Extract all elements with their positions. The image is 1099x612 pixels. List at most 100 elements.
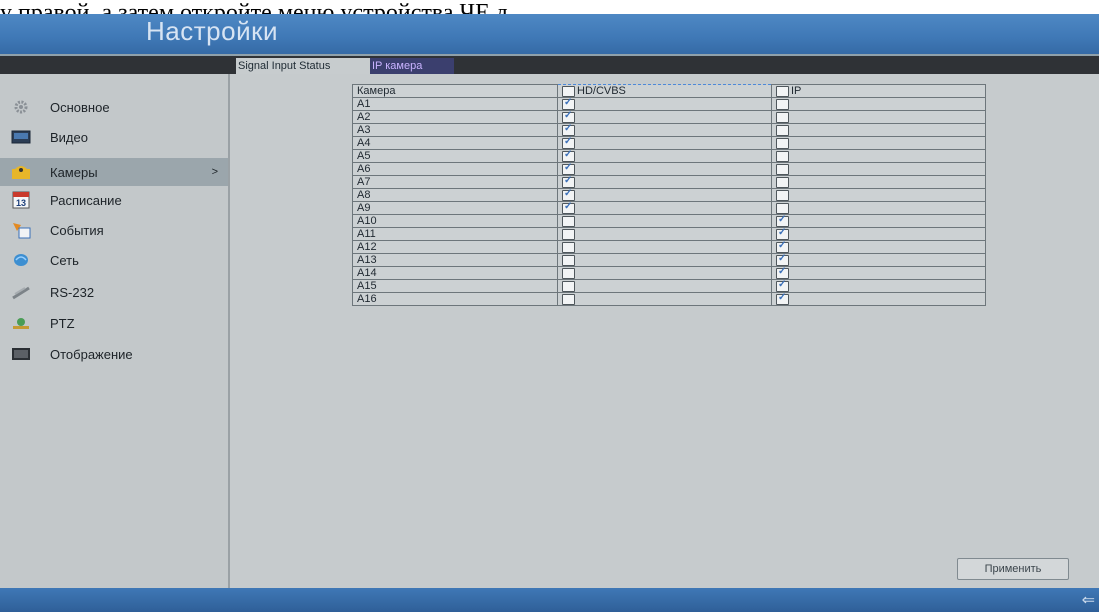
hd-cvbs-cell [557, 227, 772, 242]
tab-ip-camera[interactable]: IP камера [370, 58, 454, 74]
header-camera: Камера [352, 83, 558, 99]
table-row: A15 [352, 279, 986, 294]
camera-name-cell: A9 [352, 201, 558, 216]
table-row: A4 [352, 136, 986, 151]
ip-cell [771, 279, 986, 294]
sidebar-item-label: Видео [50, 129, 88, 145]
hd-cvbs-checkbox[interactable] [562, 149, 575, 162]
hd-cvbs-cell [557, 292, 772, 307]
ip-checkbox[interactable] [776, 279, 789, 292]
ip-cell [771, 214, 986, 229]
ip-checkbox[interactable] [776, 240, 789, 253]
event-icon [10, 222, 32, 239]
hd-cvbs-checkbox[interactable] [562, 201, 575, 214]
gear-icon [10, 99, 32, 115]
sidebar-item-schedule[interactable]: 13 Расписание [0, 186, 228, 214]
select-all-hd-checkbox[interactable] [562, 85, 575, 97]
sidebar-item-cameras[interactable]: Камеры > [0, 158, 228, 186]
camera-name-cell: A4 [352, 136, 558, 151]
table-row: A7 [352, 175, 986, 190]
ip-cell [771, 292, 986, 307]
camera-name-cell: A5 [352, 149, 558, 164]
ip-checkbox[interactable] [776, 227, 789, 240]
camera-name-cell: A3 [352, 123, 558, 138]
ip-cell [771, 266, 986, 281]
camera-name-cell: A2 [352, 110, 558, 125]
ip-checkbox[interactable] [776, 292, 789, 305]
hd-cvbs-checkbox[interactable] [562, 267, 575, 279]
ip-cell [771, 162, 986, 177]
ip-checkbox[interactable] [776, 214, 789, 227]
hd-cvbs-cell [557, 214, 772, 229]
hd-cvbs-cell [557, 240, 772, 255]
sidebar-item-ptz[interactable]: PTZ [0, 309, 228, 337]
hd-cvbs-cell [557, 123, 772, 138]
ip-checkbox[interactable] [776, 124, 789, 136]
ip-checkbox[interactable] [776, 98, 789, 110]
table-row: A5 [352, 149, 986, 164]
sidebar-item-label: RS-232 [50, 284, 95, 300]
ip-checkbox[interactable] [776, 176, 789, 188]
ptz-icon [10, 315, 32, 331]
hd-cvbs-cell [557, 136, 772, 151]
table-row: A11 [352, 227, 986, 242]
hd-cvbs-checkbox[interactable] [562, 175, 575, 188]
hd-cvbs-checkbox[interactable] [562, 110, 575, 123]
hd-cvbs-cell [557, 253, 772, 268]
ip-checkbox[interactable] [776, 266, 789, 279]
ip-cell [771, 253, 986, 268]
sidebar-item-rs232[interactable]: RS-232 [0, 278, 228, 306]
camera-name-cell: A11 [352, 227, 558, 242]
ip-cell [771, 97, 986, 112]
ip-checkbox[interactable] [776, 111, 789, 123]
hd-cvbs-checkbox[interactable] [562, 136, 575, 149]
table-row: A8 [352, 188, 986, 203]
hd-cvbs-checkbox[interactable] [562, 97, 575, 110]
camera-name-cell: A10 [352, 214, 558, 229]
rs232-icon [10, 284, 32, 300]
back-arrow-icon[interactable]: ⇐ [1082, 590, 1095, 610]
hd-cvbs-checkbox[interactable] [562, 293, 575, 305]
hd-cvbs-checkbox[interactable] [562, 123, 575, 136]
ip-checkbox[interactable] [776, 150, 789, 162]
hd-cvbs-cell [557, 110, 772, 125]
hd-cvbs-checkbox[interactable] [562, 280, 575, 292]
ip-checkbox[interactable] [776, 137, 789, 149]
table-row: A3 [352, 123, 986, 138]
window-title: Настройки [146, 16, 278, 46]
hd-cvbs-cell [557, 188, 772, 203]
hd-cvbs-checkbox[interactable] [562, 228, 575, 240]
table-row: A12 [352, 240, 986, 255]
hd-cvbs-checkbox[interactable] [562, 241, 575, 253]
hd-cvbs-checkbox[interactable] [562, 162, 575, 175]
ip-checkbox[interactable] [776, 163, 789, 175]
table-row: A13 [352, 253, 986, 268]
ip-cell [771, 149, 986, 164]
ip-checkbox[interactable] [776, 253, 789, 266]
header-hd-cvbs: HD/CVBS [557, 83, 772, 99]
sidebar-item-general[interactable]: Основное [0, 93, 228, 121]
table-row: A14 [352, 266, 986, 281]
hd-cvbs-checkbox[interactable] [562, 215, 575, 227]
table-row: A6 [352, 162, 986, 177]
select-all-ip-checkbox[interactable] [776, 85, 789, 97]
header-ip: IP [771, 83, 986, 99]
display-icon [10, 346, 32, 362]
hd-cvbs-cell [557, 97, 772, 112]
hd-cvbs-cell [557, 201, 772, 216]
camera-name-cell: A14 [352, 266, 558, 281]
tab-signal-input-status[interactable]: Signal Input Status [236, 58, 374, 74]
table-row: A10 [352, 214, 986, 229]
ip-checkbox[interactable] [776, 189, 789, 201]
sidebar-item-network[interactable]: Сеть [0, 246, 228, 274]
ip-cell [771, 123, 986, 138]
hd-cvbs-checkbox[interactable] [562, 188, 575, 201]
sidebar-item-display[interactable]: Отображение [0, 340, 228, 368]
svg-text:13: 13 [16, 198, 26, 208]
sidebar-item-video[interactable]: Видео [0, 123, 228, 151]
hd-cvbs-checkbox[interactable] [562, 254, 575, 266]
apply-button[interactable]: Применить [957, 558, 1069, 580]
ip-checkbox[interactable] [776, 202, 789, 214]
hd-cvbs-cell [557, 162, 772, 177]
sidebar-item-events[interactable]: События [0, 216, 228, 244]
